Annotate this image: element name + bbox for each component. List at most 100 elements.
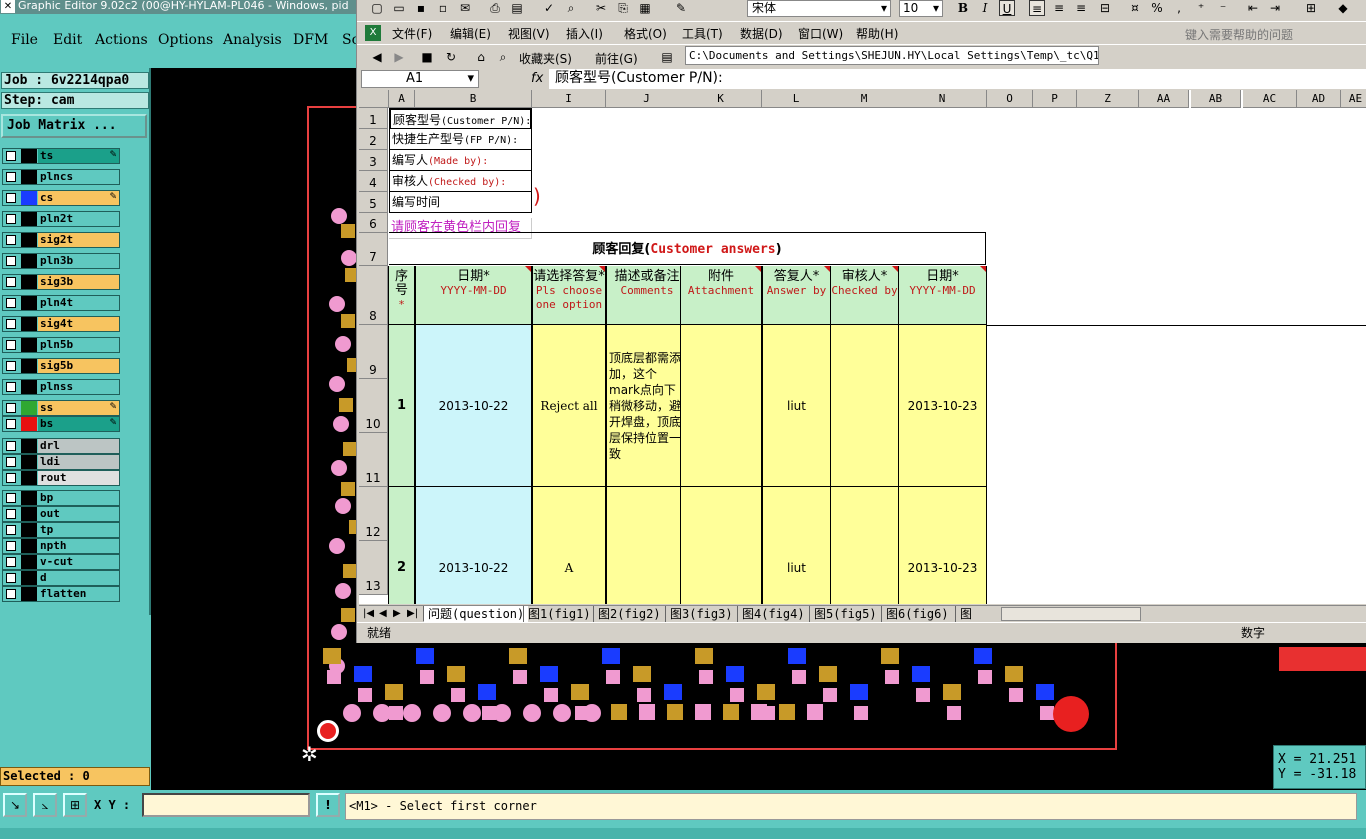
- decrease-decimal-icon[interactable]: ⁻: [1215, 0, 1231, 16]
- header-cell-5[interactable]: 附件 Attachment: [680, 266, 762, 325]
- layer-checkbox[interactable]: [6, 214, 16, 224]
- row-header-7[interactable]: 7: [359, 233, 388, 266]
- layer-row-pln5b[interactable]: pln5b: [2, 337, 120, 353]
- info-cell-5[interactable]: 编写时间: [389, 192, 532, 213]
- menu-data-cn[interactable]: 数据(D): [740, 25, 783, 42]
- tab-nav-next-icon[interactable]: ▶: [393, 606, 401, 622]
- currency-icon[interactable]: ¤: [1127, 0, 1143, 16]
- layer-checkbox[interactable]: [6, 235, 16, 245]
- layer-checkbox[interactable]: [6, 151, 16, 161]
- column-header-M[interactable]: M: [830, 90, 899, 108]
- layer-row-plncs[interactable]: plncs: [2, 169, 120, 185]
- record-1-date[interactable]: 2013-10-22: [415, 325, 532, 487]
- sheet-tab-6[interactable]: 图5(fig5): [809, 606, 881, 622]
- decrease-indent-icon[interactable]: ⇤: [1245, 0, 1261, 16]
- layer-row-cs[interactable]: cs ✎: [2, 190, 120, 206]
- layer-checkbox[interactable]: [6, 256, 16, 266]
- layer-checkbox[interactable]: [6, 557, 16, 567]
- menu-options[interactable]: Options: [158, 32, 213, 48]
- menu-tools-cn[interactable]: 工具(T): [682, 25, 723, 42]
- info-cell-3[interactable]: 编写人(Made by):: [389, 150, 532, 171]
- record-2-checked_by[interactable]: [830, 487, 899, 604]
- layer-checkbox[interactable]: [6, 403, 16, 413]
- layer-checkbox[interactable]: [6, 493, 16, 503]
- info-cell-4[interactable]: 审核人(Checked by):: [389, 171, 532, 192]
- fill-color-icon[interactable]: ◆: [1335, 0, 1351, 16]
- layer-checkbox[interactable]: [6, 525, 16, 535]
- record-1-attachment[interactable]: [680, 325, 762, 487]
- row-header-2[interactable]: 2: [359, 129, 388, 150]
- spelling-icon[interactable]: ✓: [541, 0, 557, 16]
- record-1-answer_by[interactable]: liut: [762, 325, 831, 487]
- comma-icon[interactable]: ,: [1171, 0, 1187, 16]
- layer-row-bs[interactable]: bs ✎: [2, 416, 120, 432]
- tab-nav-first-icon[interactable]: |◀: [363, 606, 374, 622]
- font-size-box[interactable]: 10 ▾: [899, 0, 943, 17]
- row-header-4[interactable]: 4: [359, 171, 388, 192]
- layer-row-rout[interactable]: rout: [2, 470, 120, 486]
- layer-checkbox[interactable]: [6, 298, 16, 308]
- layer-checkbox[interactable]: [6, 361, 16, 371]
- layer-row-sig3b[interactable]: sig3b: [2, 274, 120, 290]
- address-field[interactable]: C:\Documents and Settings\SHEJUN.HY\Loca…: [685, 46, 1099, 65]
- stop-icon[interactable]: ■: [419, 49, 435, 65]
- back-icon[interactable]: ◀: [369, 49, 385, 65]
- measure-icon[interactable]: ⦣: [33, 793, 57, 817]
- header-cell-7[interactable]: 审核人* Checked by: [830, 266, 899, 325]
- italic-icon[interactable]: I: [977, 0, 993, 16]
- column-header-N[interactable]: N: [898, 90, 987, 108]
- row-header-3[interactable]: 3: [359, 150, 388, 171]
- layer-checkbox[interactable]: [6, 193, 16, 203]
- sheet-tab-1[interactable]: 问题(question): [423, 606, 529, 622]
- preview-icon[interactable]: ▤: [509, 0, 525, 16]
- layer-row-ldi[interactable]: ldi: [2, 454, 120, 470]
- column-header-I[interactable]: I: [532, 90, 606, 108]
- layer-row-pln4t[interactable]: pln4t: [2, 295, 120, 311]
- tab-nav-prev-icon[interactable]: ◀: [379, 606, 387, 622]
- info-cell-1[interactable]: 顾客型号(Customer P/N):: [389, 108, 532, 129]
- layer-row-tp[interactable]: tp: [2, 522, 120, 538]
- show-web-toolbar-icon[interactable]: ▤: [659, 49, 675, 65]
- layer-row-bp[interactable]: bp: [2, 490, 120, 506]
- layer-row-ts[interactable]: ts ✎: [2, 148, 120, 164]
- layer-row-out[interactable]: out: [2, 506, 120, 522]
- row-header-8[interactable]: 8: [359, 266, 388, 325]
- help-search-input[interactable]: 键入需要帮助的问题: [1185, 26, 1355, 42]
- favorites-menu[interactable]: 收藏夹(S): [519, 50, 572, 67]
- layer-checkbox[interactable]: [6, 457, 16, 467]
- layer-checkbox[interactable]: [6, 541, 16, 551]
- menu-view-cn[interactable]: 视图(V): [508, 25, 550, 42]
- fx-icon[interactable]: fx: [531, 71, 543, 86]
- header-cell-8[interactable]: 日期* YYYY-MM-DD: [898, 266, 987, 325]
- header-cell-4[interactable]: 描述或备注 Comments: [606, 266, 688, 325]
- bold-icon[interactable]: B: [955, 0, 971, 16]
- record-1-date2[interactable]: 2013-10-23: [898, 325, 987, 487]
- column-header-L[interactable]: L: [762, 90, 831, 108]
- forward-icon[interactable]: ▶: [391, 49, 407, 65]
- layer-row-plnss[interactable]: plnss: [2, 379, 120, 395]
- permission-icon[interactable]: ▫: [435, 0, 451, 16]
- sheet-tab-3[interactable]: 图2(fig2): [593, 606, 665, 622]
- column-header-B[interactable]: B: [415, 90, 532, 108]
- alert-icon[interactable]: !: [316, 793, 340, 817]
- refresh-icon[interactable]: ↻: [443, 49, 459, 65]
- column-header-J[interactable]: J: [606, 90, 688, 108]
- layer-row-pln2t[interactable]: pln2t: [2, 211, 120, 227]
- record-2-date[interactable]: 2013-10-22: [415, 487, 532, 604]
- menu-edit[interactable]: Edit: [53, 32, 82, 48]
- home-icon[interactable]: ⌂: [473, 49, 489, 65]
- merge-center-icon[interactable]: ⊟: [1097, 0, 1113, 16]
- job-matrix-button[interactable]: Job Matrix ...: [1, 114, 147, 138]
- layer-checkbox[interactable]: [6, 473, 16, 483]
- record-1-no[interactable]: 1: [388, 325, 415, 487]
- layer-checkbox[interactable]: [6, 419, 16, 429]
- row-header-5[interactable]: 5: [359, 192, 388, 213]
- record-2-option[interactable]: A: [532, 487, 606, 604]
- column-header-O[interactable]: O: [987, 90, 1033, 108]
- record-2-no[interactable]: 2: [388, 487, 415, 604]
- menu-actions[interactable]: Actions: [95, 32, 148, 48]
- record-1-comment[interactable]: 顶底层都需添加，这个mark点向下稍微移动，避开焊盘，顶底层保持位置一致: [606, 325, 688, 487]
- grid-icon[interactable]: ⊞: [63, 793, 87, 817]
- row-header-12[interactable]: 12: [359, 487, 388, 541]
- search-web-icon[interactable]: ⌕: [495, 49, 511, 65]
